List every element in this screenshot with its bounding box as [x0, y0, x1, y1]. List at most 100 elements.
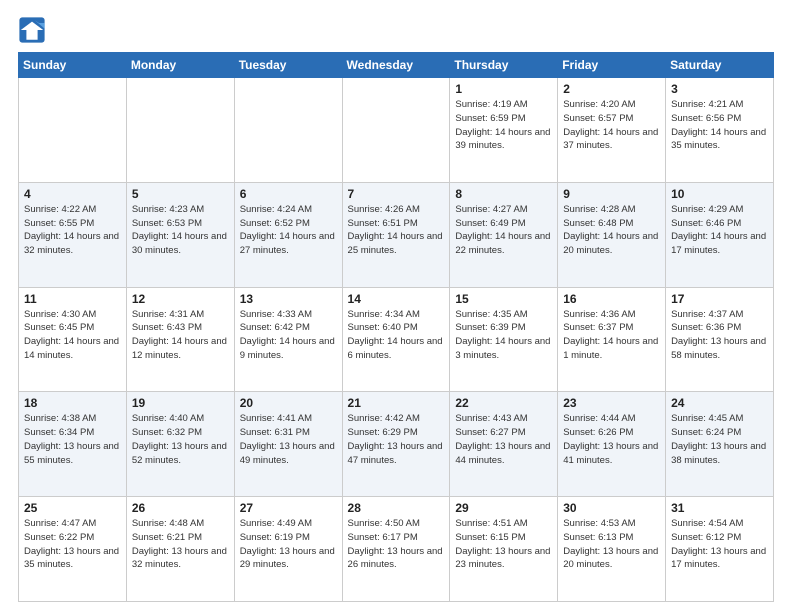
- calendar-header-friday: Friday: [558, 53, 666, 78]
- calendar-header-thursday: Thursday: [450, 53, 558, 78]
- day-number: 23: [563, 396, 660, 410]
- day-number: 13: [240, 292, 337, 306]
- calendar-week-1: 1 Sunrise: 4:19 AM Sunset: 6:59 PM Daylig…: [19, 78, 774, 183]
- day-number: 27: [240, 501, 337, 515]
- day-info: Sunrise: 4:35 AM Sunset: 6:39 PM Dayligh…: [455, 308, 552, 363]
- day-info: Sunrise: 4:43 AM Sunset: 6:27 PM Dayligh…: [455, 412, 552, 467]
- calendar-week-2: 4 Sunrise: 4:22 AM Sunset: 6:55 PM Daylig…: [19, 182, 774, 287]
- day-number: 20: [240, 396, 337, 410]
- day-info: Sunrise: 4:22 AM Sunset: 6:55 PM Dayligh…: [24, 203, 121, 258]
- calendar-cell: 23 Sunrise: 4:44 AM Sunset: 6:26 PM Dayli…: [558, 392, 666, 497]
- day-info: Sunrise: 4:42 AM Sunset: 6:29 PM Dayligh…: [348, 412, 445, 467]
- day-info: Sunrise: 4:21 AM Sunset: 6:56 PM Dayligh…: [671, 98, 768, 153]
- day-info: Sunrise: 4:54 AM Sunset: 6:12 PM Dayligh…: [671, 517, 768, 572]
- calendar-cell: 24Sunrise: 4:45 AM Sunset: 6:24 PM Dayli…: [666, 392, 774, 497]
- day-info: Sunrise: 4:40 AM Sunset: 6:32 PM Dayligh…: [132, 412, 229, 467]
- calendar-cell: [234, 78, 342, 183]
- day-number: 19: [132, 396, 229, 410]
- calendar-cell: 19 Sunrise: 4:40 AM Sunset: 6:32 PM Dayli…: [126, 392, 234, 497]
- calendar-cell: 3 Sunrise: 4:21 AM Sunset: 6:56 PM Daylig…: [666, 78, 774, 183]
- calendar-cell: 17Sunrise: 4:37 AM Sunset: 6:36 PM Dayli…: [666, 287, 774, 392]
- calendar-cell: 18 Sunrise: 4:38 AM Sunset: 6:34 PM Dayli…: [19, 392, 127, 497]
- day-info: Sunrise: 4:53 AM Sunset: 6:13 PM Dayligh…: [563, 517, 660, 572]
- day-info: Sunrise: 4:19 AM Sunset: 6:59 PM Dayligh…: [455, 98, 552, 153]
- day-info: Sunrise: 4:41 AM Sunset: 6:31 PM Dayligh…: [240, 412, 337, 467]
- calendar-cell: 16Sunrise: 4:36 AM Sunset: 6:37 PM Dayli…: [558, 287, 666, 392]
- logo: [18, 16, 50, 44]
- day-number: 25: [24, 501, 121, 515]
- calendar-header-sunday: Sunday: [19, 53, 127, 78]
- calendar-header-row: SundayMondayTuesdayWednesdayThursdayFrid…: [19, 53, 774, 78]
- day-info: Sunrise: 4:20 AM Sunset: 6:57 PM Dayligh…: [563, 98, 660, 153]
- calendar-cell: [342, 78, 450, 183]
- day-info: Sunrise: 4:31 AM Sunset: 6:43 PM Dayligh…: [132, 308, 229, 363]
- day-info: Sunrise: 4:29 AM Sunset: 6:46 PM Dayligh…: [671, 203, 768, 258]
- calendar-table: SundayMondayTuesdayWednesdayThursdayFrid…: [18, 52, 774, 602]
- day-info: Sunrise: 4:28 AM Sunset: 6:48 PM Dayligh…: [563, 203, 660, 258]
- calendar-cell: 14Sunrise: 4:34 AM Sunset: 6:40 PM Dayli…: [342, 287, 450, 392]
- day-number: 31: [671, 501, 768, 515]
- day-info: Sunrise: 4:23 AM Sunset: 6:53 PM Dayligh…: [132, 203, 229, 258]
- day-info: Sunrise: 4:38 AM Sunset: 6:34 PM Dayligh…: [24, 412, 121, 467]
- calendar-cell: 2Sunrise: 4:20 AM Sunset: 6:57 PM Daylig…: [558, 78, 666, 183]
- day-number: 18: [24, 396, 121, 410]
- day-number: 5: [132, 187, 229, 201]
- day-info: Sunrise: 4:48 AM Sunset: 6:21 PM Dayligh…: [132, 517, 229, 572]
- calendar-week-3: 11Sunrise: 4:30 AM Sunset: 6:45 PM Dayli…: [19, 287, 774, 392]
- day-info: Sunrise: 4:27 AM Sunset: 6:49 PM Dayligh…: [455, 203, 552, 258]
- day-number: 15: [455, 292, 552, 306]
- calendar-cell: 9Sunrise: 4:28 AM Sunset: 6:48 PM Daylig…: [558, 182, 666, 287]
- calendar-cell: 25 Sunrise: 4:47 AM Sunset: 6:22 PM Dayli…: [19, 497, 127, 602]
- calendar-cell: 22 Sunrise: 4:43 AM Sunset: 6:27 PM Dayli…: [450, 392, 558, 497]
- calendar-cell: [126, 78, 234, 183]
- day-number: 21: [348, 396, 445, 410]
- day-info: Sunrise: 4:24 AM Sunset: 6:52 PM Dayligh…: [240, 203, 337, 258]
- calendar-cell: 1 Sunrise: 4:19 AM Sunset: 6:59 PM Daylig…: [450, 78, 558, 183]
- day-info: Sunrise: 4:34 AM Sunset: 6:40 PM Dayligh…: [348, 308, 445, 363]
- day-number: 30: [563, 501, 660, 515]
- calendar-cell: 20 Sunrise: 4:41 AM Sunset: 6:31 PM Dayli…: [234, 392, 342, 497]
- day-info: Sunrise: 4:36 AM Sunset: 6:37 PM Dayligh…: [563, 308, 660, 363]
- day-info: Sunrise: 4:37 AM Sunset: 6:36 PM Dayligh…: [671, 308, 768, 363]
- day-info: Sunrise: 4:30 AM Sunset: 6:45 PM Dayligh…: [24, 308, 121, 363]
- logo-icon: [18, 16, 46, 44]
- day-number: 10: [671, 187, 768, 201]
- day-number: 7: [348, 187, 445, 201]
- calendar-cell: 7 Sunrise: 4:26 AM Sunset: 6:51 PM Daylig…: [342, 182, 450, 287]
- calendar-cell: 13 Sunrise: 4:33 AM Sunset: 6:42 PM Dayli…: [234, 287, 342, 392]
- day-number: 6: [240, 187, 337, 201]
- day-info: Sunrise: 4:49 AM Sunset: 6:19 PM Dayligh…: [240, 517, 337, 572]
- day-number: 24: [671, 396, 768, 410]
- day-number: 28: [348, 501, 445, 515]
- calendar-cell: 31 Sunrise: 4:54 AM Sunset: 6:12 PM Dayli…: [666, 497, 774, 602]
- calendar-cell: 11Sunrise: 4:30 AM Sunset: 6:45 PM Dayli…: [19, 287, 127, 392]
- calendar-week-4: 18 Sunrise: 4:38 AM Sunset: 6:34 PM Dayli…: [19, 392, 774, 497]
- day-info: Sunrise: 4:47 AM Sunset: 6:22 PM Dayligh…: [24, 517, 121, 572]
- day-number: 29: [455, 501, 552, 515]
- day-info: Sunrise: 4:44 AM Sunset: 6:26 PM Dayligh…: [563, 412, 660, 467]
- calendar-cell: 12Sunrise: 4:31 AM Sunset: 6:43 PM Dayli…: [126, 287, 234, 392]
- calendar-cell: 8 Sunrise: 4:27 AM Sunset: 6:49 PM Daylig…: [450, 182, 558, 287]
- day-number: 26: [132, 501, 229, 515]
- calendar-header-saturday: Saturday: [666, 53, 774, 78]
- calendar-cell: 10 Sunrise: 4:29 AM Sunset: 6:46 PM Dayli…: [666, 182, 774, 287]
- day-info: Sunrise: 4:51 AM Sunset: 6:15 PM Dayligh…: [455, 517, 552, 572]
- calendar-cell: 30 Sunrise: 4:53 AM Sunset: 6:13 PM Dayli…: [558, 497, 666, 602]
- calendar-header-wednesday: Wednesday: [342, 53, 450, 78]
- calendar-header-monday: Monday: [126, 53, 234, 78]
- day-number: 3: [671, 82, 768, 96]
- day-number: 1: [455, 82, 552, 96]
- calendar-cell: 27 Sunrise: 4:49 AM Sunset: 6:19 PM Dayli…: [234, 497, 342, 602]
- day-number: 22: [455, 396, 552, 410]
- day-number: 4: [24, 187, 121, 201]
- day-info: Sunrise: 4:50 AM Sunset: 6:17 PM Dayligh…: [348, 517, 445, 572]
- header: [18, 16, 774, 44]
- calendar-week-5: 25 Sunrise: 4:47 AM Sunset: 6:22 PM Dayli…: [19, 497, 774, 602]
- calendar-cell: 29 Sunrise: 4:51 AM Sunset: 6:15 PM Dayli…: [450, 497, 558, 602]
- day-info: Sunrise: 4:33 AM Sunset: 6:42 PM Dayligh…: [240, 308, 337, 363]
- calendar-cell: 28 Sunrise: 4:50 AM Sunset: 6:17 PM Dayli…: [342, 497, 450, 602]
- page: SundayMondayTuesdayWednesdayThursdayFrid…: [0, 0, 792, 612]
- day-info: Sunrise: 4:26 AM Sunset: 6:51 PM Dayligh…: [348, 203, 445, 258]
- calendar-cell: 26 Sunrise: 4:48 AM Sunset: 6:21 PM Dayli…: [126, 497, 234, 602]
- day-number: 8: [455, 187, 552, 201]
